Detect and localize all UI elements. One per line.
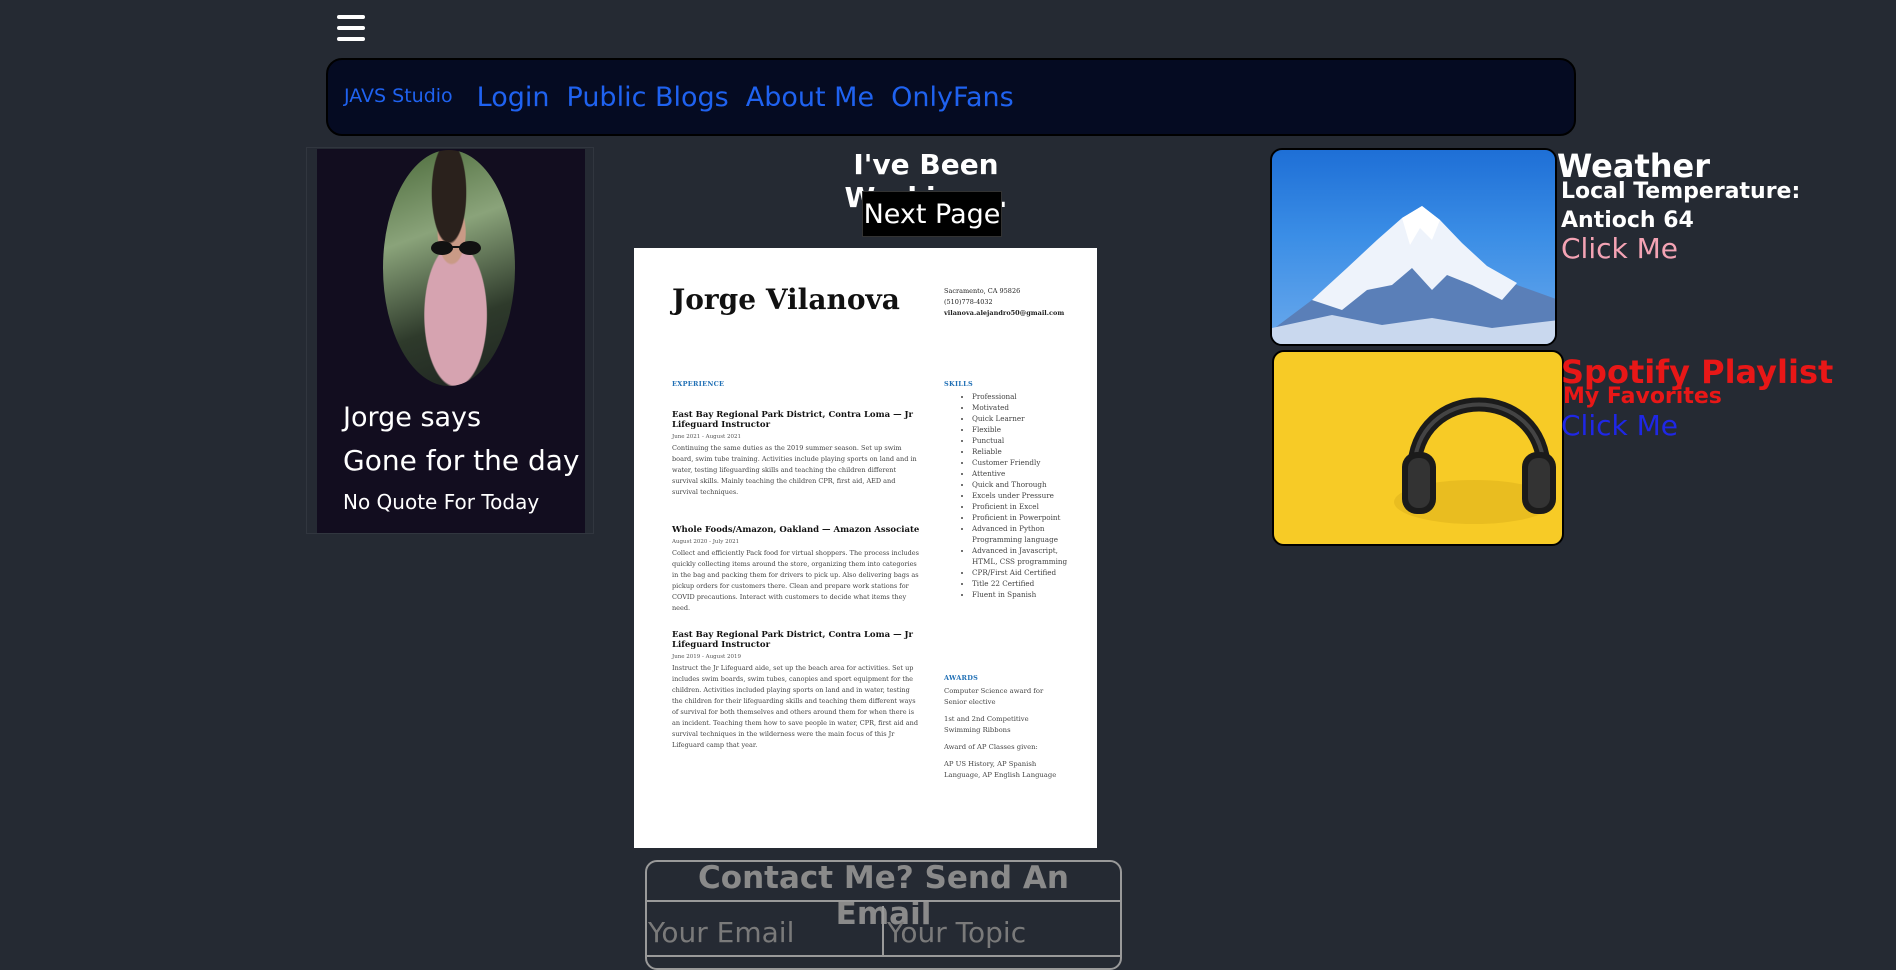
navbar: JAVS Studio Login Public Blogs About Me …: [326, 58, 1576, 136]
awards-heading: AWARDS: [944, 674, 979, 682]
resume-email: vilanova.alejandro50@gmail.com: [944, 309, 1065, 317]
skill-item: Reliable: [972, 446, 1082, 457]
award-item: Computer Science award for Senior electi…: [944, 687, 1044, 706]
award-item: Award of AP Classes given:: [944, 743, 1038, 751]
nav-onlyfans[interactable]: OnlyFans: [891, 82, 1014, 113]
divider: [646, 900, 1121, 902]
job-dates: June 2021 - August 2021: [672, 434, 741, 440]
award-item: 1st and 2nd Competitive Swimming Ribbons: [944, 715, 1029, 734]
weather-reading: Antioch 64: [1561, 208, 1694, 233]
job-title: Whole Foods/Amazon, Oakland — Amazon Ass…: [672, 525, 920, 535]
skills-list: Professional Motivated Quick Learner Fle…: [944, 391, 1082, 600]
email-field[interactable]: [648, 912, 876, 952]
job-dates: August 2020 - July 2021: [672, 539, 740, 545]
job-entry: Whole Foods/Amazon, Oakland — Amazon Ass…: [672, 525, 922, 614]
profile-status: Gone for the day: [343, 444, 580, 477]
job-description: Continuing the same duties as the 2019 s…: [672, 444, 917, 496]
resume-contact: Sacramento, CA 95826 (510)778-4032 vilan…: [944, 286, 1064, 319]
job-description: Instruct the Jr Lifeguard aide, set up t…: [672, 664, 918, 749]
skill-item: Customer Friendly: [972, 457, 1082, 468]
sunglasses-icon: [431, 241, 481, 255]
profile-says: Jorge says: [343, 402, 482, 433]
headphones-image: [1272, 350, 1564, 546]
skill-item: Excels under Pressure: [972, 490, 1082, 501]
menu-icon[interactable]: [337, 15, 365, 41]
mountain-image: [1270, 148, 1557, 346]
divider: [882, 906, 884, 956]
weather-link[interactable]: Click Me: [1561, 232, 1678, 265]
skill-item: Attentive: [972, 468, 1082, 479]
topic-field[interactable]: [887, 912, 1117, 952]
skill-item: Proficient in Powerpoint: [972, 512, 1082, 523]
resume-document: Jorge Vilanova Sacramento, CA 95826 (510…: [634, 248, 1097, 848]
skill-item: Fluent in Spanish: [972, 589, 1082, 600]
job-entry: East Bay Regional Park District, Contra …: [672, 410, 922, 498]
job-title: East Bay Regional Park District, Contra …: [672, 410, 914, 430]
nav-about-me[interactable]: About Me: [746, 82, 874, 113]
brand-link[interactable]: JAVS Studio: [344, 85, 453, 107]
spotify-link[interactable]: Click Me: [1561, 409, 1678, 442]
resume-phone: (510)778-4032: [944, 298, 993, 306]
skill-item: Advanced in Javascript, HTML, CSS progra…: [972, 545, 1082, 567]
nav-login[interactable]: Login: [477, 82, 550, 113]
skills-heading: SKILLS: [944, 380, 974, 388]
job-entry: East Bay Regional Park District, Contra …: [672, 630, 922, 751]
resume-name: Jorge Vilanova: [672, 283, 900, 316]
skill-item: Advanced in Python Programming language: [972, 523, 1082, 545]
job-description: Collect and efficiently Pack food for vi…: [672, 549, 919, 612]
skill-item: CPR/First Aid Certified: [972, 567, 1082, 578]
resume-address: Sacramento, CA 95826: [944, 287, 1021, 295]
spotify-subtitle: My Favorites: [1563, 384, 1722, 409]
divider: [646, 955, 1121, 957]
nav-public-blogs[interactable]: Public Blogs: [567, 82, 729, 113]
weather-temp-label: Local Temperature:: [1561, 179, 1801, 204]
skill-item: Motivated: [972, 402, 1082, 413]
skill-item: Flexible: [972, 424, 1082, 435]
skill-item: Quick Learner: [972, 413, 1082, 424]
avatar: [383, 150, 515, 386]
next-page-button[interactable]: Next Page: [862, 191, 1002, 237]
skill-item: Quick and Thorough: [972, 479, 1082, 490]
job-title: East Bay Regional Park District, Contra …: [672, 630, 914, 650]
job-dates: June 2019 - August 2019: [672, 654, 741, 660]
award-item: AP US History, AP Spanish Language, AP E…: [944, 760, 1057, 779]
awards-list: Computer Science award for Senior electi…: [944, 686, 1059, 787]
profile-quote: No Quote For Today: [343, 490, 540, 514]
skill-item: Title 22 Certified: [972, 578, 1082, 589]
skill-item: Professional: [972, 391, 1082, 402]
skill-item: Punctual: [972, 435, 1082, 446]
skill-item: Proficient in Excel: [972, 501, 1082, 512]
experience-heading: EXPERIENCE: [672, 380, 725, 388]
